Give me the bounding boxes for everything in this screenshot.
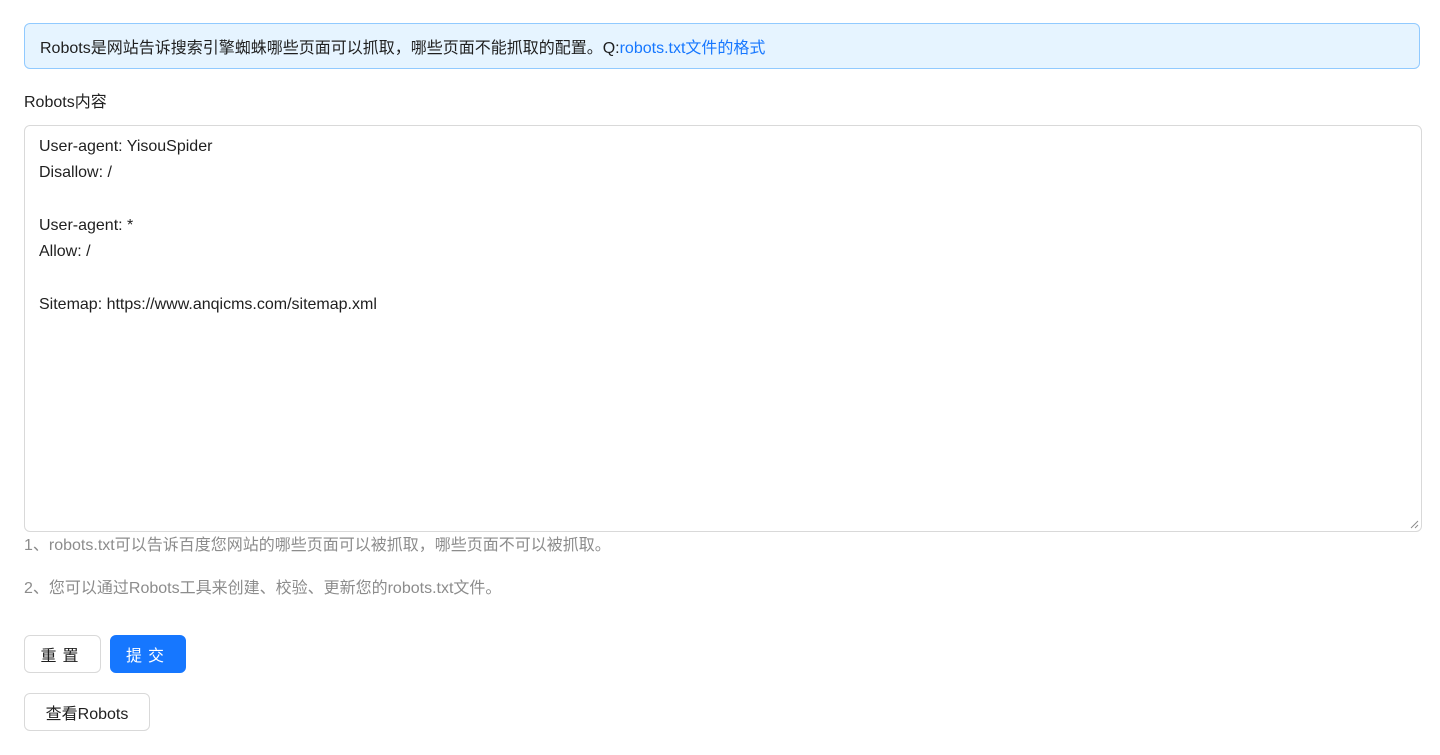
submit-button[interactable]: 提交: [110, 635, 186, 673]
robots-content-label: Robots内容: [24, 94, 107, 111]
alert-text: Robots是网站告诉搜索引擎蜘蛛哪些页面可以抓取，哪些页面不能抓取的配置。Q:: [40, 40, 620, 57]
robots-settings-page: Robots是网站告诉搜索引擎蜘蛛哪些页面可以抓取，哪些页面不能抓取的配置。Q:…: [0, 0, 1440, 755]
info-alert: Robots是网站告诉搜索引擎蜘蛛哪些页面可以抓取，哪些页面不能抓取的配置。Q:…: [24, 23, 1420, 69]
robots-content-field-wrapper: [24, 125, 1422, 532]
robots-format-link[interactable]: robots.txt文件的格式: [620, 34, 766, 58]
resize-handle-icon[interactable]: [1409, 519, 1419, 529]
view-robots-button[interactable]: 查看Robots: [24, 693, 150, 731]
hint-text-2: 2、您可以通过Robots工具来创建、校验、更新您的robots.txt文件。: [24, 580, 502, 597]
reset-button[interactable]: 重置: [24, 635, 101, 673]
hint-text-1: 1、robots.txt可以告诉百度您网站的哪些页面可以被抓取，哪些页面不可以被…: [24, 537, 611, 554]
robots-content-textarea[interactable]: [25, 126, 1421, 531]
